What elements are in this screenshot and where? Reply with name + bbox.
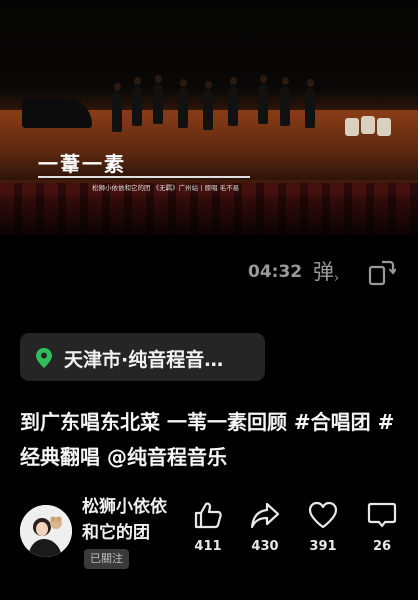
rotate-screen-button[interactable] (366, 258, 397, 286)
performer (132, 77, 142, 126)
share-button[interactable]: 430 (245, 501, 285, 554)
follow-status-badge[interactable]: 已關注 (84, 549, 129, 569)
danmu-label: 弹 (313, 260, 334, 284)
location-label: 天津市·纯音程音… (64, 349, 224, 371)
video-player[interactable]: 一葦一素 松狮小依依和它的团 《无羁》广州站丨原唱 毛不易 (0, 0, 418, 235)
performer (178, 79, 188, 128)
performer (258, 75, 268, 124)
danmu-toggle-button[interactable]: 弹› (313, 256, 339, 286)
performer (153, 75, 163, 124)
share-count: 430 (251, 539, 279, 554)
heart-icon (308, 501, 338, 529)
performer (112, 83, 122, 132)
favorite-count: 391 (309, 539, 337, 554)
share-icon (250, 502, 280, 529)
author-row: 松狮小依依和它的团 已關注 411 430 391 26 (20, 497, 418, 577)
performer (228, 77, 238, 126)
danmu-toggle-icon: › (334, 271, 340, 286)
performer (203, 81, 213, 130)
location-chip[interactable]: 天津市·纯音程音… (20, 333, 265, 381)
piano (22, 98, 92, 128)
performer (305, 79, 315, 128)
performer (280, 77, 290, 126)
video-duration: 04:32 (248, 262, 303, 282)
author-name[interactable]: 松狮小依依和它的团 (82, 494, 177, 546)
rotate-screen-icon (368, 260, 397, 286)
location-pin-icon (36, 348, 52, 368)
post-description[interactable]: 到广东唱东北菜 一苇一素回顾 #合唱团 #经典翻唱 @纯音程音乐 (20, 405, 405, 475)
percussion (345, 112, 395, 138)
thumbs-up-icon (194, 502, 222, 529)
comment-button[interactable]: 26 (362, 501, 402, 554)
favorite-button[interactable]: 391 (303, 501, 343, 554)
comment-icon (367, 502, 397, 528)
player-controls: 04:32 弹› (0, 252, 418, 292)
video-overlay-title: 一葦一素 (38, 152, 126, 176)
like-button[interactable]: 411 (188, 501, 228, 554)
like-count: 411 (194, 539, 222, 554)
video-overlay-subtitle: 松狮小依依和它的团 《无羁》广州站丨原唱 毛不易 (92, 184, 240, 192)
comment-count: 26 (372, 539, 392, 554)
avatar[interactable] (20, 505, 72, 557)
avatar-image (20, 505, 72, 557)
overlay-divider (38, 176, 250, 178)
